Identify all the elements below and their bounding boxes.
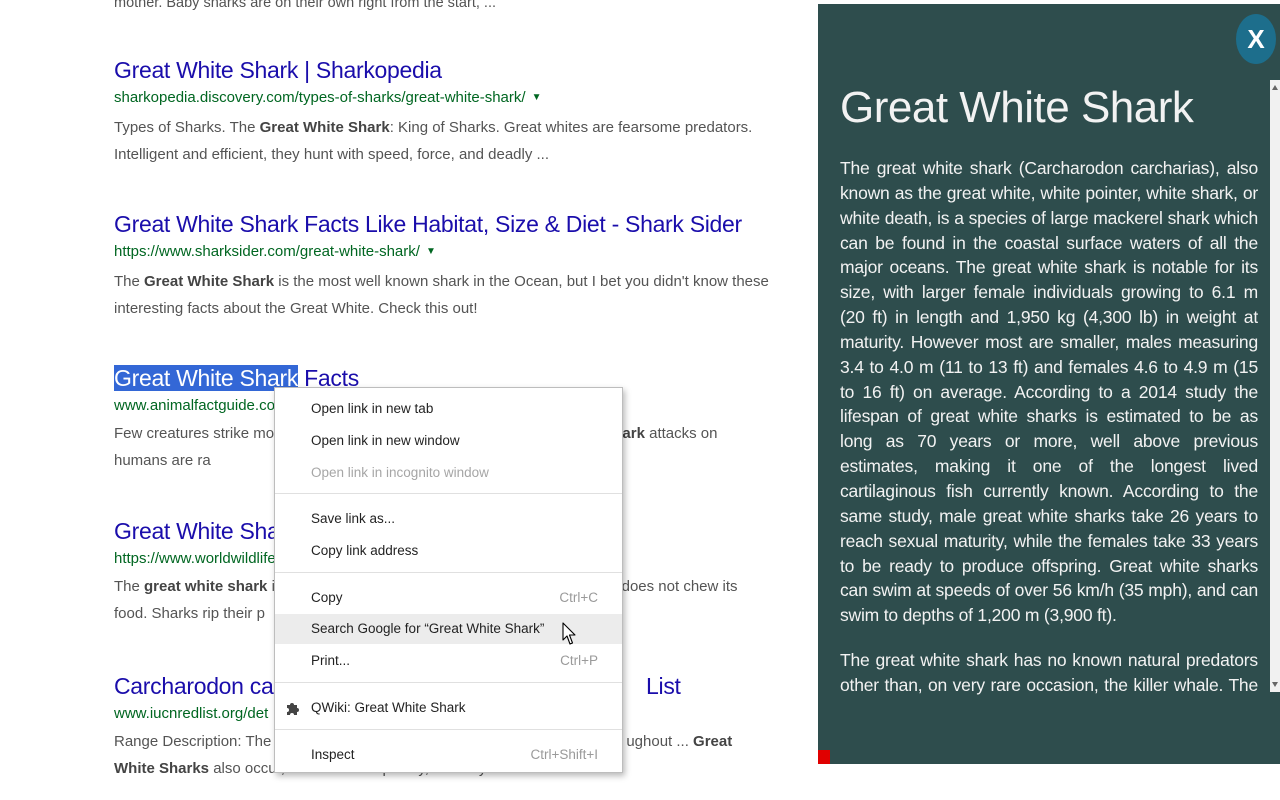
menu-item-label: Save link as...: [311, 511, 396, 526]
menu-item-label: Copy: [311, 590, 343, 605]
menu-item-label: Print...: [311, 653, 351, 668]
panel-paragraph: The great white shark has no known natur…: [840, 650, 1258, 695]
menu-item-shortcut: Ctrl+C: [559, 590, 598, 605]
selected-text[interactable]: Great White Shark: [114, 365, 298, 391]
search-result: Great White Shark | Sharkopedia sharkope…: [114, 56, 774, 168]
scroll-down-arrow-icon[interactable]: [1272, 682, 1278, 687]
dropdown-arrow-icon[interactable]: ▼: [426, 242, 436, 262]
panel-scrollbar[interactable]: [1270, 80, 1280, 692]
result-snippet: Types of Sharks. The Great White Shark: …: [114, 119, 753, 163]
menu-item-shortcut: Ctrl+Shift+I: [530, 747, 598, 762]
menu-item-open-new-tab[interactable]: Open link in new tab: [275, 394, 622, 424]
result-url-text[interactable]: sharkopedia.discovery.com/types-of-shark…: [114, 89, 526, 106]
qwiki-panel: Great White Shark The great white shark …: [818, 4, 1280, 764]
menu-item-shortcut: Ctrl+P: [560, 653, 598, 668]
result-snippet: mother. Baby sharks are on their own rig…: [114, 0, 496, 11]
result-title-link[interactable]: Great White Shark Facts Like Habitat, Si…: [114, 210, 774, 238]
menu-item-print[interactable]: Print... Ctrl+P: [275, 646, 622, 676]
menu-item-qwiki[interactable]: QWiki: Great White Shark: [275, 693, 622, 723]
puzzle-piece-icon: [287, 703, 299, 715]
panel-paragraph: The great white shark (Carcharodon carch…: [840, 158, 1258, 626]
menu-separator: [275, 572, 622, 573]
menu-item-label: Open link in incognito window: [311, 465, 489, 480]
menu-item-label: QWiki: Great White Shark: [311, 700, 466, 715]
menu-item-label: Open link in new window: [311, 433, 460, 448]
menu-separator: [275, 493, 622, 494]
panel-body[interactable]: The great white shark (Carcharodon carch…: [840, 156, 1258, 696]
result-title-start[interactable]: Carcharodon carc: [114, 673, 292, 699]
result-url[interactable]: https://www.sharksider.com/great-white-s…: [114, 242, 774, 264]
menu-item-inspect[interactable]: Inspect Ctrl+Shift+I: [275, 740, 622, 770]
result-snippet: The Great White Shark is the most well k…: [114, 273, 769, 317]
red-marker: [818, 750, 830, 764]
menu-item-label: Inspect: [311, 747, 355, 762]
result-url-text[interactable]: https://www.sharksider.com/great-white-s…: [114, 243, 420, 260]
menu-separator: [275, 729, 622, 730]
menu-item-open-new-window[interactable]: Open link in new window: [275, 426, 622, 456]
menu-item-copy[interactable]: Copy Ctrl+C: [275, 583, 622, 613]
result-title-link[interactable]: Great White Shark | Sharkopedia: [114, 56, 774, 84]
menu-item-copy-link-address[interactable]: Copy link address: [275, 536, 622, 566]
result-url-text[interactable]: www.animalfactguide.co: [114, 397, 275, 414]
panel-title: Great White Shark: [840, 83, 1194, 132]
context-menu: Open link in new tab Open link in new wi…: [274, 387, 623, 773]
menu-item-save-link-as[interactable]: Save link as...: [275, 504, 622, 534]
menu-item-open-incognito: Open link in incognito window: [275, 458, 622, 488]
menu-item-label: Search Google for “Great White Shark”: [311, 621, 545, 636]
result-url[interactable]: sharkopedia.discovery.com/types-of-shark…: [114, 88, 774, 110]
result-url-text[interactable]: www.iucnredlist.org/det: [114, 705, 268, 722]
result-title-tail[interactable]: List: [646, 673, 681, 699]
search-result: Great White Shark Facts Like Habitat, Si…: [114, 210, 774, 322]
close-button[interactable]: X: [1236, 14, 1276, 64]
dropdown-arrow-icon[interactable]: ▼: [532, 88, 542, 108]
mouse-pointer-icon: [562, 622, 576, 645]
result-url-text[interactable]: https://www.worldwildlife: [114, 550, 276, 567]
menu-item-label: Copy link address: [311, 543, 419, 558]
scroll-up-arrow-icon[interactable]: [1272, 85, 1278, 90]
menu-separator: [275, 682, 622, 683]
menu-item-label: Open link in new tab: [311, 401, 434, 416]
